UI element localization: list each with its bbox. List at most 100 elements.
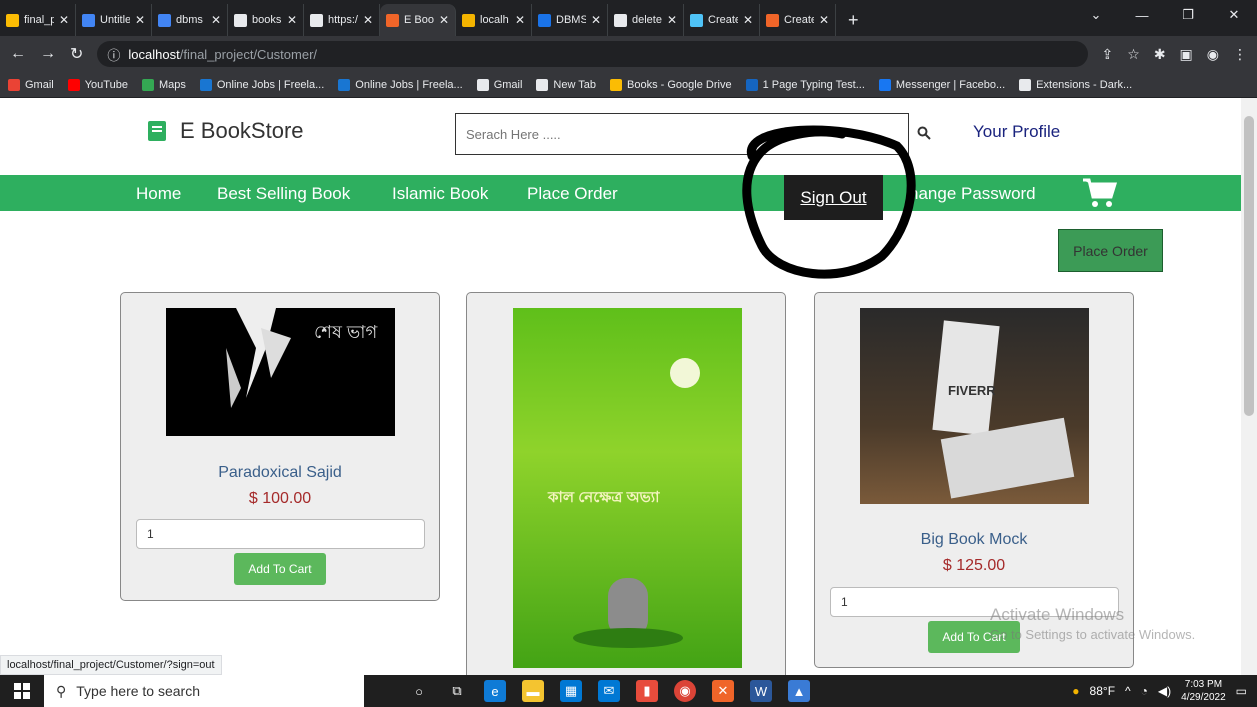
site-header: E BookStore Your Profile bbox=[0, 98, 1241, 174]
weather-icon[interactable]: ● bbox=[1072, 684, 1079, 698]
your-profile-link[interactable]: Your Profile bbox=[973, 122, 1060, 142]
close-window-button[interactable]: ✕ bbox=[1211, 0, 1257, 30]
menu-icon[interactable]: ⋮ bbox=[1233, 46, 1247, 63]
quantity-input[interactable]: 1 bbox=[136, 519, 425, 549]
tab-close-icon[interactable]: ✕ bbox=[287, 13, 297, 27]
scrollbar-thumb[interactable] bbox=[1244, 116, 1254, 416]
nav-place-order[interactable]: Place Order bbox=[527, 184, 618, 204]
share-icon[interactable]: ⇪ bbox=[1102, 46, 1114, 63]
product-cover-image[interactable]: কাল নেক্ষেত্র অভ্যা bbox=[513, 308, 742, 668]
browser-tab[interactable]: Create ✕ bbox=[760, 4, 836, 36]
browser-tab[interactable]: dbms ✕ bbox=[152, 4, 228, 36]
bookmark-item[interactable]: YouTube bbox=[67, 78, 128, 91]
browser-tab[interactable]: localh ✕ bbox=[456, 4, 532, 36]
reload-icon[interactable]: ↻ bbox=[70, 44, 83, 64]
tab-close-icon[interactable]: ✕ bbox=[135, 13, 145, 27]
extensions-icon[interactable]: ✱ bbox=[1154, 46, 1166, 63]
tab-close-icon[interactable]: ✕ bbox=[591, 13, 601, 27]
nav-best-selling[interactable]: Best Selling Book bbox=[217, 184, 350, 204]
volume-icon[interactable]: ◀) bbox=[1158, 684, 1171, 698]
tab-close-icon[interactable]: ✕ bbox=[515, 13, 525, 27]
back-icon[interactable]: ← bbox=[10, 45, 26, 63]
photos-icon[interactable]: ▲ bbox=[788, 680, 810, 702]
site-logo[interactable]: E BookStore bbox=[148, 118, 304, 144]
nav-change-password[interactable]: hange Password bbox=[909, 184, 1036, 204]
tab-close-icon[interactable]: ✕ bbox=[439, 13, 449, 27]
browser-tab[interactable]: https:/ ✕ bbox=[304, 4, 380, 36]
tab-title: Create bbox=[784, 14, 814, 26]
place-order-button[interactable]: Place Order bbox=[1058, 229, 1163, 272]
cortana-icon[interactable]: ○ bbox=[408, 680, 430, 702]
product-cover-image[interactable]: FIVERR bbox=[860, 308, 1089, 504]
tab-title: E Book bbox=[404, 14, 434, 26]
new-tab-button[interactable]: + bbox=[836, 4, 871, 36]
bookmark-item[interactable]: Gmail bbox=[476, 78, 522, 91]
cart-icon[interactable] bbox=[1082, 177, 1118, 209]
profile-avatar-icon[interactable]: ◉ bbox=[1207, 46, 1219, 63]
temperature[interactable]: 88°F bbox=[1090, 684, 1115, 698]
taskbar-search[interactable]: ⚲ Type here to search bbox=[44, 675, 364, 707]
edge-icon[interactable]: e bbox=[484, 680, 506, 702]
tab-close-icon[interactable]: ✕ bbox=[819, 13, 829, 27]
nav-home[interactable]: Home bbox=[136, 184, 181, 204]
word-icon[interactable]: W bbox=[750, 680, 772, 702]
browser-tab[interactable]: E Book ✕ bbox=[380, 4, 456, 36]
bookmarks-bar: Gmail YouTube Maps Online Jobs | Freela... O… bbox=[0, 72, 1257, 98]
tab-favicon bbox=[6, 13, 19, 27]
bookmark-item[interactable]: Books - Google Drive bbox=[610, 78, 732, 91]
bookmark-favicon bbox=[199, 78, 212, 91]
tab-favicon bbox=[82, 13, 95, 27]
bookmark-item[interactable]: New Tab bbox=[536, 78, 596, 91]
product-card: কাল নেক্ষেত্র অভ্যা bbox=[466, 292, 786, 675]
bookmark-item[interactable]: Messenger | Facebo... bbox=[878, 78, 1005, 91]
tab-close-icon[interactable]: ✕ bbox=[211, 13, 221, 27]
minimize-button[interactable]: — bbox=[1119, 0, 1165, 30]
tab-close-icon[interactable]: ✕ bbox=[667, 13, 677, 27]
bookmark-item[interactable]: Extensions - Dark... bbox=[1019, 78, 1132, 91]
task-view-icon[interactable]: ⧉ bbox=[446, 680, 468, 702]
bookmark-item[interactable]: Online Jobs | Freela... bbox=[199, 78, 324, 91]
url-input[interactable]: ⓘ localhost/final_project/Customer/ bbox=[97, 41, 1088, 67]
mail-icon[interactable]: ✉ bbox=[598, 680, 620, 702]
url-path: /final_project/Customer/ bbox=[179, 46, 318, 62]
browser-tab[interactable]: final_p ✕ bbox=[0, 4, 76, 36]
maximize-button[interactable]: ❐ bbox=[1165, 0, 1211, 30]
product-cover-image[interactable]: শেষ ভাগ bbox=[166, 308, 395, 436]
product-title[interactable]: Paradoxical Sajid bbox=[121, 464, 439, 482]
bookmark-item[interactable]: Online Jobs | Freela... bbox=[338, 78, 463, 91]
browser-tab[interactable]: books ✕ bbox=[228, 4, 304, 36]
network-icon[interactable]: ◔ bbox=[1141, 684, 1148, 698]
info-icon[interactable]: ⓘ bbox=[107, 45, 120, 64]
tab-search-icon[interactable]: ⌄ bbox=[1073, 0, 1119, 30]
tab-title: localh bbox=[480, 14, 509, 26]
nav-islamic[interactable]: Islamic Book bbox=[392, 184, 488, 204]
tab-close-icon[interactable]: ✕ bbox=[59, 13, 69, 27]
browser-tab[interactable]: Create ✕ bbox=[684, 4, 760, 36]
browser-tab[interactable]: DBMS ✕ bbox=[532, 4, 608, 36]
chrome-icon[interactable]: ◉ bbox=[674, 680, 696, 702]
bookmark-favicon bbox=[536, 78, 549, 91]
store-icon[interactable]: ▦ bbox=[560, 680, 582, 702]
browser-tab[interactable]: delete ✕ bbox=[608, 4, 684, 36]
notification-icon[interactable]: ▭ bbox=[1236, 684, 1247, 698]
date: 4/29/2022 bbox=[1181, 692, 1226, 703]
xampp-icon[interactable]: ✕ bbox=[712, 680, 734, 702]
bookmark-star-icon[interactable]: ☆ bbox=[1127, 46, 1140, 63]
page-scrollbar[interactable] bbox=[1241, 98, 1257, 675]
bookmark-item[interactable]: Maps bbox=[141, 78, 186, 91]
clock[interactable]: 7:03 PM 4/29/2022 bbox=[1181, 678, 1226, 704]
bookmark-item[interactable]: 1 Page Typing Test... bbox=[745, 78, 865, 91]
sidepanel-icon[interactable]: ▣ bbox=[1180, 46, 1193, 63]
tray-expand-icon[interactable]: ^ bbox=[1125, 684, 1131, 698]
bookmark-item[interactable]: Gmail bbox=[8, 78, 54, 91]
tab-close-icon[interactable]: ✕ bbox=[363, 13, 373, 27]
tab-close-icon[interactable]: ✕ bbox=[743, 13, 753, 27]
browser-tab[interactable]: Untitle ✕ bbox=[76, 4, 152, 36]
bookmark-favicon bbox=[141, 78, 154, 91]
forward-icon[interactable]: → bbox=[40, 45, 56, 63]
add-to-cart-button[interactable]: Add To Cart bbox=[234, 553, 326, 585]
start-button[interactable] bbox=[0, 683, 44, 699]
file-explorer-icon[interactable]: ▬ bbox=[522, 680, 544, 702]
product-title[interactable]: Big Book Mock bbox=[815, 531, 1133, 549]
office-icon[interactable]: ▮ bbox=[636, 680, 658, 702]
